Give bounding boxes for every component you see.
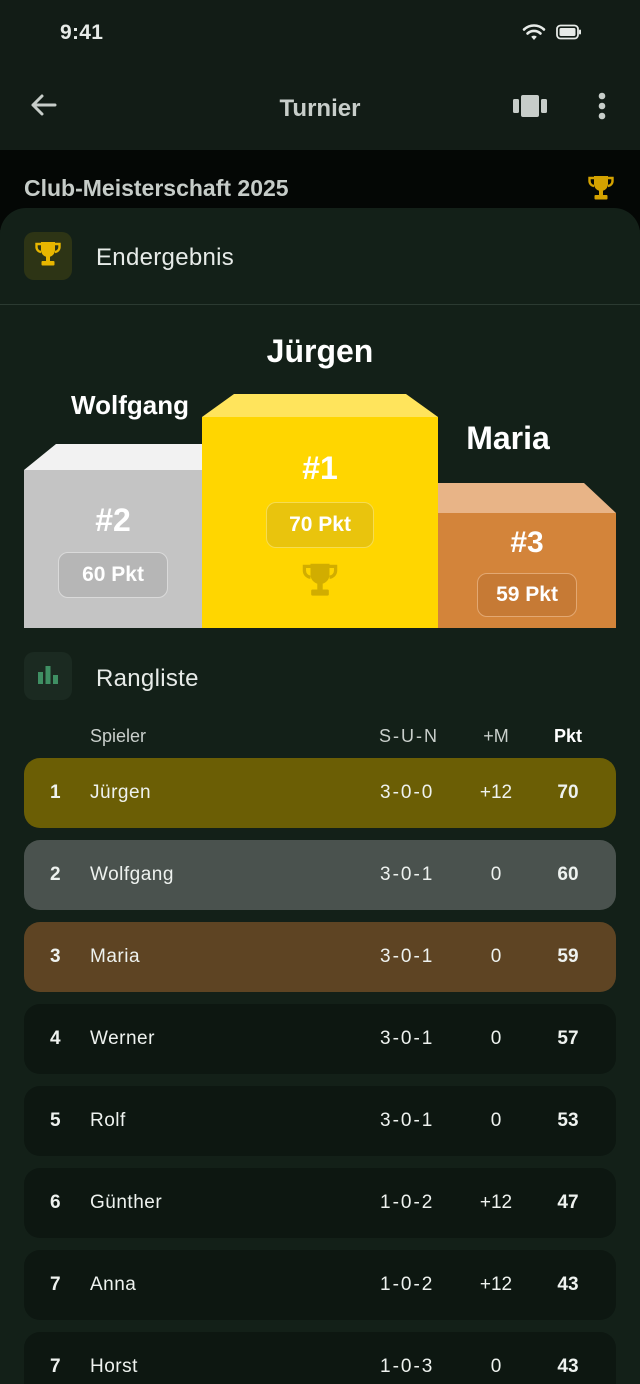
table-row[interactable]: 3 Maria 3-0-1 0 59 [24,922,616,992]
row-rank: 5 [50,1110,61,1131]
row-margin: +12 [479,782,513,803]
row-player: Jürgen [90,782,152,803]
podium-second-block [24,470,202,628]
podium-third-top [438,483,616,513]
row-points: 57 [557,1028,579,1049]
podium-second-points: 60 Pkt [58,552,168,598]
row-sun: 3-0-0 [380,782,435,803]
row-player: Rolf [90,1110,126,1131]
podium-third-rank: #3 [510,526,544,559]
row-sun: 3-0-1 [380,864,435,885]
table-row[interactable]: 4 Werner 3-0-1 0 57 [24,1004,616,1074]
bar-chart-icon [37,664,59,689]
row-sun: 1-0-2 [380,1274,435,1295]
row-points: 70 [557,782,579,803]
podium-second-rank: #2 [95,502,131,538]
row-rank: 1 [50,782,61,803]
row-margin: 0 [490,1356,502,1377]
podium: Jürgen Wolfgang Maria #1 70 Pkt #2 60 Pk… [0,0,640,640]
row-sun: 1-0-2 [380,1192,435,1213]
row-margin: 0 [490,864,502,885]
table-row[interactable]: 5 Rolf 3-0-1 0 53 [24,1086,616,1156]
row-player: Horst [90,1356,138,1377]
table-row[interactable]: 1 Jürgen 3-0-0 +12 70 [24,758,616,828]
column-sun: S-U-N [379,726,439,746]
podium-third-name: Maria [466,420,550,456]
column-player: Spieler [90,726,147,746]
row-player: Wolfgang [90,864,174,885]
row-points: 47 [557,1192,579,1213]
ranking-title: Rangliste [96,665,199,692]
row-player: Maria [90,946,141,967]
row-rank: 4 [50,1028,61,1049]
row-points: 43 [557,1356,579,1377]
row-points: 60 [557,864,579,885]
table-row[interactable]: 2 Wolfgang 3-0-1 0 60 [24,840,616,910]
row-rank: 2 [50,864,61,885]
row-points: 43 [557,1274,579,1295]
row-rank: 6 [50,1192,61,1213]
podium-first-rank: #1 [302,450,338,486]
row-margin: +12 [479,1192,513,1213]
table-row[interactable]: 6 Günther 1-0-2 +12 47 [24,1168,616,1238]
row-margin: 0 [490,946,502,967]
podium-third-points: 59 Pkt [477,573,577,617]
row-margin: 0 [490,1028,502,1049]
row-sun: 3-0-1 [380,1110,435,1131]
row-rank: 7 [50,1274,61,1295]
row-sun: 3-0-1 [380,946,435,967]
row-rank: 7 [50,1356,61,1377]
row-player: Werner [90,1028,155,1049]
column-margin: +M [483,726,509,746]
podium-second-name: Wolfgang [71,390,189,420]
podium-first-top [202,394,438,417]
ranking-icon-box [24,652,72,700]
trophy-icon [302,561,338,604]
table-row[interactable]: 7 Horst 1-0-3 0 43 [24,1332,616,1384]
row-margin: 0 [490,1110,502,1131]
row-points: 59 [557,946,579,967]
column-points: Pkt [553,726,582,746]
row-rank: 3 [50,946,61,967]
row-sun: 3-0-1 [380,1028,435,1049]
row-player: Günther [90,1192,163,1213]
podium-first-name: Jürgen [266,333,374,369]
row-player: Anna [90,1274,137,1295]
row-points: 53 [557,1110,579,1131]
row-margin: +12 [479,1274,513,1295]
table-row[interactable]: 7 Anna 1-0-2 +12 43 [24,1250,616,1320]
row-sun: 1-0-3 [380,1356,435,1377]
podium-first-points: 70 Pkt [266,502,374,548]
podium-second-top [24,444,202,470]
